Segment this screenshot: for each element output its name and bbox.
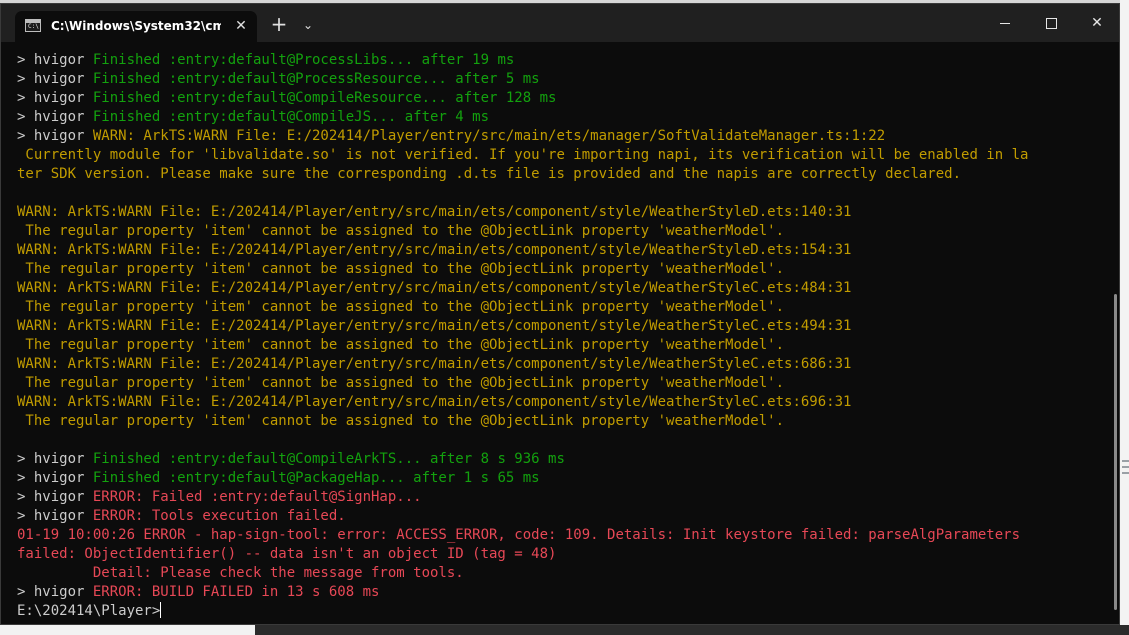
console-line: > hvigor ERROR: Tools execution failed. xyxy=(17,507,1107,526)
console-message: ter SDK version. Please make sure the co… xyxy=(17,166,962,182)
tab-cmd[interactable]: C:\ C:\Windows\System32\cmd.e ✕ xyxy=(15,11,257,42)
background-app-edge xyxy=(1120,0,1129,635)
console-prompt: > hvigor xyxy=(17,489,93,505)
console-line: WARN: ArkTS:WARN File: E:/202414/Player/… xyxy=(17,279,1107,298)
chevron-down-icon[interactable]: ⌄ xyxy=(297,13,319,37)
maximize-button[interactable] xyxy=(1028,4,1074,42)
console-line: WARN: ArkTS:WARN File: E:/202414/Player/… xyxy=(17,241,1107,260)
console-message: The regular property 'item' cannot be as… xyxy=(17,223,785,239)
console-prompt: > hvigor xyxy=(17,52,93,68)
console-message: Finished :entry:default@CompileArkTS... … xyxy=(92,451,565,467)
console-line: > hvigor Finished :entry:default@Compile… xyxy=(17,450,1107,469)
console-message: WARN: ArkTS:WARN File: E:/202414/Player/… xyxy=(92,128,886,144)
console-line: The regular property 'item' cannot be as… xyxy=(17,336,1107,355)
console-message: WARN: ArkTS:WARN File: E:/202414/Player/… xyxy=(17,394,852,410)
console-message: Finished :entry:default@ProcessLibs... a… xyxy=(92,52,515,68)
console-line: WARN: ArkTS:WARN File: E:/202414/Player/… xyxy=(17,317,1107,336)
title-bar[interactable]: C:\ C:\Windows\System32\cmd.e ✕ + ⌄ ✕ xyxy=(1,4,1119,42)
console-message: WARN: ArkTS:WARN File: E:/202414/Player/… xyxy=(17,280,852,296)
console-message: ERROR: Failed :entry:default@SignHap... xyxy=(92,489,422,505)
console-line: Currently module for 'libvalidate.so' is… xyxy=(17,146,1107,165)
console-message: WARN: ArkTS:WARN File: E:/202414/Player/… xyxy=(17,318,852,334)
console-message: WARN: ArkTS:WARN File: E:/202414/Player/… xyxy=(17,204,852,220)
background-menu-icon-bar xyxy=(1122,472,1129,474)
console-message: Detail: Please check the message from to… xyxy=(17,565,464,581)
console-message: The regular property 'item' cannot be as… xyxy=(17,413,785,429)
console-line: > hvigor Finished :entry:default@Compile… xyxy=(17,89,1107,108)
console-line: WARN: ArkTS:WARN File: E:/202414/Player/… xyxy=(17,393,1107,412)
console-message: Finished :entry:default@CompileResource.… xyxy=(92,90,557,106)
console-line: The regular property 'item' cannot be as… xyxy=(17,412,1107,431)
command-input-line[interactable]: E:\202414\Player> xyxy=(17,602,1107,621)
console-line: > hvigor ERROR: BUILD FAILED in 13 s 608… xyxy=(17,583,1107,602)
console-message: ERROR: Tools execution failed. xyxy=(92,508,346,524)
console-line: > hvigor ERROR: Failed :entry:default@Si… xyxy=(17,488,1107,507)
text-cursor xyxy=(160,602,162,618)
minimize-button[interactable] xyxy=(982,4,1028,42)
console-prompt: > hvigor xyxy=(17,109,93,125)
shell-prompt: E:\202414\Player> xyxy=(17,603,161,619)
console-line: WARN: ArkTS:WARN File: E:/202414/Player/… xyxy=(17,355,1107,374)
command-prompt-icon: C:\ xyxy=(25,19,41,32)
background-editor-panel xyxy=(255,625,1129,635)
console-message: Finished :entry:default@PackageHap... af… xyxy=(92,470,540,486)
background-menu-icon-bar xyxy=(1122,466,1129,468)
console-message: failed: ObjectIdentifier() -- data isn't… xyxy=(17,546,557,562)
terminal-window: C:\ C:\Windows\System32\cmd.e ✕ + ⌄ ✕ > … xyxy=(0,3,1120,625)
console-prompt: > hvigor xyxy=(17,470,93,486)
console-message: The regular property 'item' cannot be as… xyxy=(17,375,785,391)
console-message: The regular property 'item' cannot be as… xyxy=(17,337,785,353)
console-line: 01-19 10:00:26 ERROR - hap-sign-tool: er… xyxy=(17,526,1107,545)
console-line: The regular property 'item' cannot be as… xyxy=(17,222,1107,241)
console-line: The regular property 'item' cannot be as… xyxy=(17,260,1107,279)
close-tab-icon[interactable]: ✕ xyxy=(230,15,252,37)
scrollbar[interactable] xyxy=(1114,294,1117,610)
maximize-icon xyxy=(1045,17,1057,29)
console-line: > hvigor WARN: ArkTS:WARN File: E:/20241… xyxy=(17,127,1107,146)
background-app-bottom xyxy=(0,625,1129,635)
console-line: Detail: Please check the message from to… xyxy=(17,564,1107,583)
console-line: > hvigor Finished :entry:default@Compile… xyxy=(17,108,1107,127)
console-message: Finished :entry:default@CompileJS... aft… xyxy=(92,109,490,125)
console-prompt: > hvigor xyxy=(17,584,93,600)
console-prompt: > hvigor xyxy=(17,451,93,467)
new-tab-button[interactable]: + xyxy=(267,13,291,37)
console-line: failed: ObjectIdentifier() -- data isn't… xyxy=(17,545,1107,564)
console-line: The regular property 'item' cannot be as… xyxy=(17,298,1107,317)
console-line: > hvigor Finished :entry:default@Process… xyxy=(17,70,1107,89)
console-message: Currently module for 'libvalidate.so' is… xyxy=(17,147,1029,163)
console-prompt: > hvigor xyxy=(17,71,93,87)
console-output[interactable]: > hvigor Finished :entry:default@Process… xyxy=(17,51,1107,624)
console-message: WARN: ArkTS:WARN File: E:/202414/Player/… xyxy=(17,356,852,372)
console-line: WARN: ArkTS:WARN File: E:/202414/Player/… xyxy=(17,203,1107,222)
console-message: WARN: ArkTS:WARN File: E:/202414/Player/… xyxy=(17,242,852,258)
console-message: Finished :entry:default@ProcessResource.… xyxy=(92,71,540,87)
console-prompt: > hvigor xyxy=(17,508,93,524)
tab-title: C:\Windows\System32\cmd.e xyxy=(51,19,221,33)
console-prompt: > hvigor xyxy=(17,90,93,106)
console-line: The regular property 'item' cannot be as… xyxy=(17,374,1107,393)
console-message: The regular property 'item' cannot be as… xyxy=(17,261,785,277)
background-menu-icon-bar xyxy=(1122,460,1129,462)
console-line: ter SDK version. Please make sure the co… xyxy=(17,165,1107,184)
console-line: > hvigor Finished :entry:default@Process… xyxy=(17,51,1107,70)
minimize-icon xyxy=(1000,22,1010,24)
console-message: 01-19 10:00:26 ERROR - hap-sign-tool: er… xyxy=(17,527,1021,543)
console-line: > hvigor Finished :entry:default@Package… xyxy=(17,469,1107,488)
console-message: ERROR: BUILD FAILED in 13 s 608 ms xyxy=(92,584,380,600)
close-window-button[interactable]: ✕ xyxy=(1074,4,1119,42)
command-prompt-icon-text: C:\ xyxy=(28,23,39,30)
console-message: The regular property 'item' cannot be as… xyxy=(17,299,785,315)
console-prompt: > hvigor xyxy=(17,128,93,144)
